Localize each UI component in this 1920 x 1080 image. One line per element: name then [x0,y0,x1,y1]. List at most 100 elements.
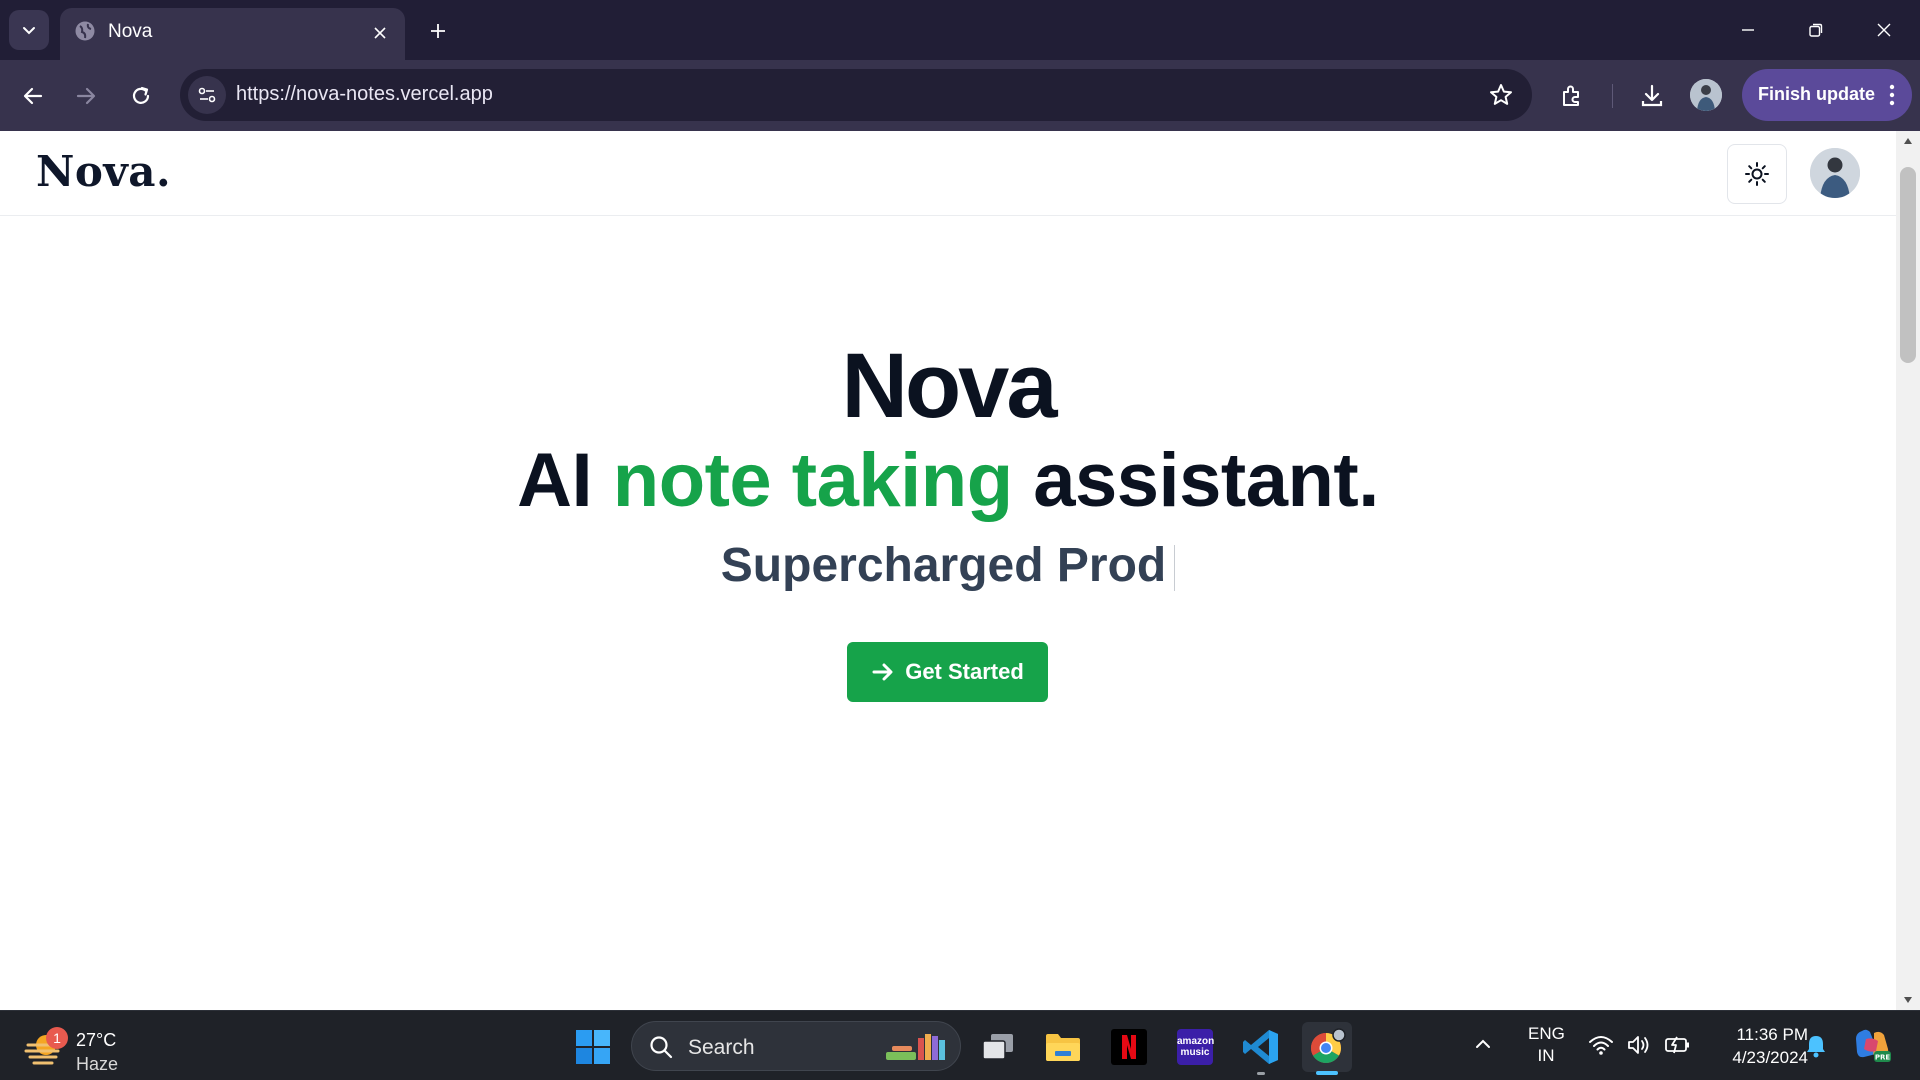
weather-widget[interactable]: 1 27°C Haze [24,1021,134,1074]
tab-search-button[interactable] [9,10,49,50]
triangle-down-icon [1904,997,1912,1003]
address-bar[interactable]: https://nova-notes.vercel.app [180,69,1532,121]
arrow-right-icon [76,87,96,105]
finish-update-button[interactable]: Finish update [1742,69,1912,121]
netflix-button[interactable] [1104,1022,1154,1072]
theme-toggle-button[interactable] [1727,144,1787,204]
site-logo[interactable]: Nova. [36,147,171,196]
chevron-down-icon [23,27,35,35]
books-illustration-icon [886,1034,945,1060]
tab-title: Nova [108,21,153,42]
arrow-right-icon [872,663,893,681]
weather-condition: Haze [76,1054,119,1074]
running-indicator [1257,1072,1265,1075]
netflix-icon [1111,1029,1147,1065]
browser-toolbar: https://nova-notes.vercel.app Finish upd… [0,60,1920,131]
search-label: Search [688,1036,755,1059]
get-started-button[interactable]: Get Started [847,642,1048,702]
tab-close-button[interactable] [367,20,393,46]
language-region: IN [1537,1046,1555,1065]
copilot-icon[interactable]: PRE [1852,1025,1892,1065]
copilot-badge-text: PRE [1875,1054,1891,1062]
file-explorer-button[interactable] [1038,1022,1088,1072]
battery-charging-icon [1665,1036,1689,1054]
download-icon [1641,84,1663,107]
hero-subtitle-suffix: assistant. [1012,438,1379,523]
vs-code-button[interactable] [1236,1022,1286,1075]
puzzle-icon [1563,85,1579,106]
user-avatar[interactable] [1810,148,1860,198]
active-tab[interactable]: Nova [60,8,405,60]
browser-tab-strip: Nova [0,0,1920,60]
page-scrollbar[interactable] [1896,131,1920,1010]
close-window-button[interactable] [1862,12,1906,48]
system-tray[interactable] [1588,1033,1692,1057]
globe-icon [75,21,95,41]
back-button[interactable] [13,76,53,116]
page-viewport: Nova. Nova AI note taking assistant. Sup… [0,131,1920,1010]
new-tab-button[interactable] [420,15,456,47]
volume-icon [1628,1036,1649,1054]
taskbar-search[interactable]: Search [631,1021,961,1071]
notification-bell-icon[interactable] [1804,1033,1828,1059]
extensions-button[interactable] [1552,76,1592,116]
scroll-up-arrow[interactable] [1896,131,1920,151]
typing-text: Supercharged Prod [720,539,1167,592]
system-clock[interactable]: 11:36 PM 4/23/2024 [1708,1023,1808,1069]
windows-taskbar: 1 27°C Haze Search amazon music ENG IN 1… [0,1010,1920,1080]
start-button[interactable] [572,1026,614,1068]
task-view-button[interactable] [973,1022,1023,1072]
folder-icon [1046,1034,1080,1061]
hero-subtitle-accent: note taking [612,438,1013,523]
tune-icon [198,87,216,103]
language-indicator[interactable]: ENG IN [1528,1023,1565,1067]
kebab-menu-icon [1889,84,1895,106]
restore-button[interactable] [1794,12,1838,48]
wifi-icon [1589,1036,1613,1055]
downloads-button[interactable] [1632,76,1672,116]
clock-time: 11:36 PM [1736,1025,1808,1044]
site-info-button[interactable] [188,76,226,114]
amazon-music-icon: amazon music [1177,1029,1214,1065]
forward-button[interactable] [66,76,106,116]
plus-icon [431,24,445,38]
hero-subtitle-prefix: AI [517,438,613,523]
site-header: Nova. [0,131,1896,216]
profile-avatar[interactable] [1690,79,1722,111]
scroll-down-arrow[interactable] [1896,990,1920,1010]
weather-badge: 1 [46,1027,68,1049]
search-icon [650,1036,673,1059]
minimize-button[interactable] [1726,12,1770,48]
finish-update-label: Finish update [1758,84,1875,104]
arrow-left-icon [23,87,43,105]
toolbar-separator [1612,84,1613,108]
person-icon [1690,79,1722,111]
amazon-music-button[interactable]: amazon music [1170,1022,1220,1072]
task-view-icon [982,1034,1013,1060]
star-icon[interactable] [1488,82,1514,108]
chevron-up-icon[interactable] [1474,1035,1492,1053]
chrome-icon [1310,1028,1346,1064]
vs-code-icon [1243,1030,1278,1064]
hero-title: Nova [841,335,1058,437]
get-started-label: Get Started [905,659,1024,684]
close-icon [374,27,386,39]
clock-date: 4/23/2024 [1732,1048,1808,1067]
chrome-button[interactable] [1302,1022,1352,1075]
typing-tagline: Supercharged Prod [0,536,1896,596]
windows-logo-icon [576,1030,610,1064]
minimize-icon [1742,29,1754,31]
scroll-thumb[interactable] [1900,167,1916,363]
triangle-up-icon [1904,138,1912,144]
weather-temp: 27°C [76,1030,117,1050]
language-code: ENG [1528,1024,1565,1043]
active-indicator [1316,1071,1338,1075]
reload-button[interactable] [121,76,161,116]
reload-icon [132,86,150,104]
sun-icon [1745,162,1769,186]
url-text[interactable]: https://nova-notes.vercel.app [236,83,493,106]
hero-subtitle: AI note taking assistant. [0,436,1896,526]
restore-icon [1809,23,1823,37]
close-icon [1877,23,1891,37]
typing-caret [1174,545,1176,592]
